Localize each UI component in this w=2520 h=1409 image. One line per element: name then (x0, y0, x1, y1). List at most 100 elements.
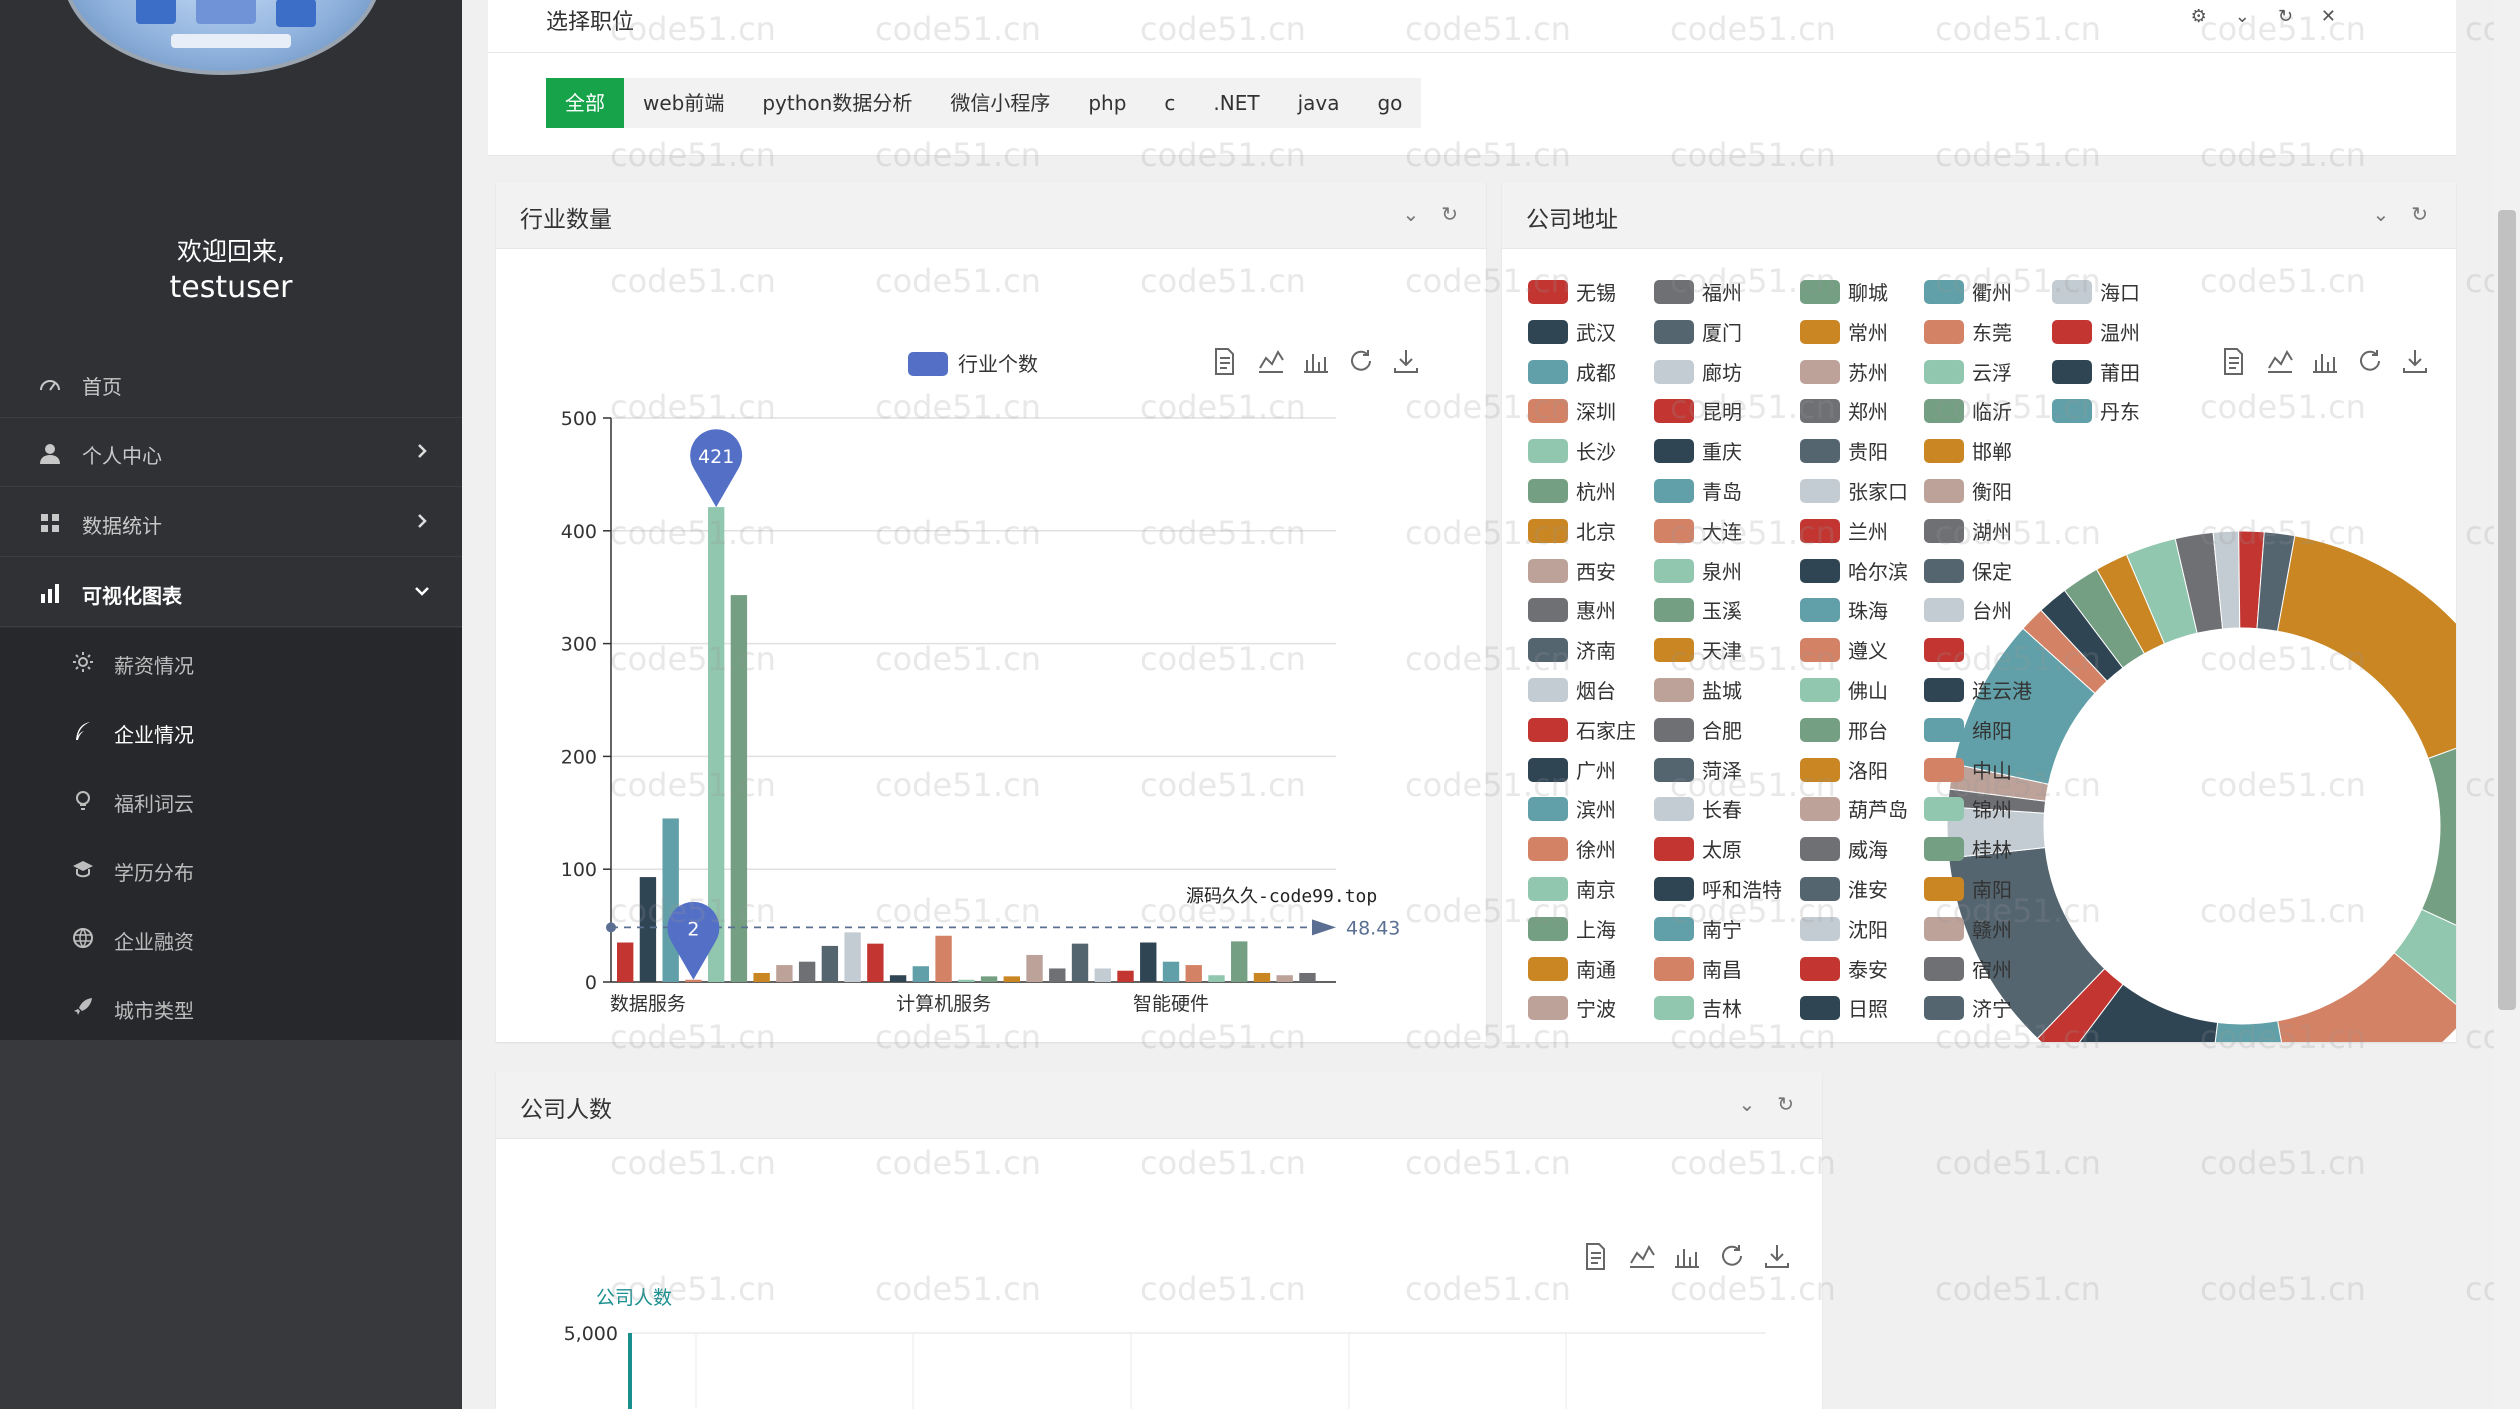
bar (731, 595, 747, 982)
tab-all[interactable]: 全部 (546, 78, 624, 128)
tab-dotnet[interactable]: .NET (1194, 78, 1278, 128)
bar-chart-icon (38, 581, 62, 605)
welcome-text: 欢迎回来, (0, 232, 462, 268)
watermark: code51.cn (1935, 1144, 2101, 1182)
max-pin-label: 421 (698, 446, 734, 468)
close-icon[interactable]: ✕ (2321, 6, 2336, 27)
tab-php[interactable]: php (1069, 78, 1145, 128)
filter-title: 选择职位 (546, 4, 634, 36)
nav-item-stats[interactable]: 数据统计 (0, 489, 462, 557)
chevron-down-icon[interactable]: ⌄ (1402, 202, 1419, 226)
globe-icon (72, 927, 94, 949)
sub-item-label: 城市类型 (114, 995, 194, 1024)
company-size-chart: 公司人数5,0004,000 (496, 1138, 1822, 1409)
refresh-icon[interactable]: ↻ (1441, 202, 1458, 226)
bar (662, 818, 678, 982)
save-image-icon[interactable] (2404, 350, 2426, 372)
refresh-icon[interactable]: ↻ (1777, 1092, 1794, 1116)
sub-item-company[interactable]: 企业情况 (0, 697, 462, 766)
tab-java[interactable]: java (1279, 78, 1359, 128)
bar-switch-icon[interactable] (1304, 354, 1328, 372)
nav-item-label: 个人中心 (82, 440, 162, 469)
nav-item-home[interactable]: 首页 (0, 350, 462, 418)
bulb-icon (72, 789, 94, 811)
company-size-title: 公司人数 (520, 1090, 612, 1124)
industry-card: 行业数量 ⌄ ↻ 行业个数0100200300400500数据服务计算机服务智能… (496, 182, 1486, 1042)
logo (62, 0, 382, 75)
restore-icon[interactable] (2361, 350, 2379, 370)
data-view-icon[interactable] (2225, 349, 2242, 374)
chevron-right-icon (412, 441, 432, 461)
nav-item-label: 数据统计 (82, 510, 162, 539)
bar (1072, 944, 1088, 982)
refresh-icon[interactable]: ↻ (2411, 202, 2428, 226)
sub-item-salary[interactable]: 薪资情况 (0, 628, 462, 697)
bar (867, 944, 883, 982)
source-annotation: 源码久久-code99.top (1186, 886, 1377, 907)
line-switch-icon[interactable] (1259, 352, 1283, 372)
bar (1208, 975, 1224, 982)
refresh-icon[interactable]: ↻ (2278, 6, 2293, 27)
bar (1186, 965, 1202, 982)
tab-web[interactable]: web前端 (624, 78, 743, 128)
max-pin-shape (690, 429, 742, 507)
restore-icon[interactable] (1723, 1245, 1741, 1265)
sidebar-footer (0, 1040, 462, 1409)
bar-switch-icon[interactable] (1675, 1249, 1699, 1267)
chevron-down-icon[interactable]: ⌄ (2372, 202, 2389, 226)
gear-icon[interactable]: ⚙ (2191, 6, 2207, 27)
card-tools: ⌄ ↻ (1402, 202, 1458, 226)
dashboard-icon (38, 372, 62, 396)
industry-bar-chart: 行业个数0100200300400500数据服务计算机服务智能硬件48.4342… (496, 248, 1486, 1042)
rocket-icon (72, 996, 94, 1018)
average-arrow (1312, 919, 1336, 935)
bar (1004, 976, 1020, 982)
chevron-down-icon[interactable]: ⌄ (1738, 1092, 1755, 1116)
bar (776, 965, 792, 982)
y-tick-label: 100 (561, 859, 597, 881)
line-switch-icon[interactable] (1630, 1247, 1654, 1267)
save-image-icon[interactable] (1395, 350, 1417, 372)
data-view-icon[interactable] (1216, 349, 1233, 374)
y-tick-label: 200 (561, 746, 597, 768)
job-filter-card: 选择职位 ⚙ ⌄ ↻ ✕ 全部 web前端 python数据分析 微信小程序 p… (488, 0, 2456, 156)
bar (799, 962, 815, 982)
bar (685, 980, 701, 982)
donut-slice (2277, 536, 2456, 759)
sub-item-education[interactable]: 学历分布 (0, 835, 462, 904)
window-controls: ⚙ ⌄ ↻ ✕ (2191, 6, 2336, 27)
bar-switch-icon[interactable] (2313, 354, 2337, 372)
tab-python[interactable]: python数据分析 (743, 78, 931, 128)
data-view-icon[interactable] (1587, 1244, 1604, 1269)
bar (958, 980, 974, 982)
legend-swatch (908, 352, 948, 376)
nav-item-profile[interactable]: 个人中心 (0, 419, 462, 487)
sub-item-financing[interactable]: 企业融资 (0, 904, 462, 973)
restore-icon[interactable] (1352, 350, 1370, 370)
tab-go[interactable]: go (1358, 78, 1421, 128)
legend-label: 行业个数 (958, 352, 1038, 376)
bar (822, 946, 838, 982)
bar (1049, 968, 1065, 982)
bar (1254, 973, 1270, 982)
chevron-down-icon[interactable]: ⌄ (2235, 6, 2250, 27)
job-tabs: 全部 web前端 python数据分析 微信小程序 php c .NET jav… (546, 78, 1421, 128)
save-image-icon[interactable] (1766, 1245, 1788, 1267)
x-tick-label: 计算机服务 (896, 993, 991, 1015)
scrollbar-thumb[interactable] (2498, 210, 2516, 1010)
sub-item-city-type[interactable]: 城市类型 (0, 973, 462, 1042)
y-tick-label: 300 (561, 634, 597, 656)
scrollbar[interactable] (2494, 0, 2520, 1409)
sub-item-wordcloud[interactable]: 福利词云 (0, 766, 462, 835)
watermark: code51.cn (2200, 1270, 2366, 1308)
line-switch-icon[interactable] (2268, 352, 2292, 372)
username: testuser (0, 270, 462, 305)
tab-c[interactable]: c (1145, 78, 1194, 128)
card-header: 行业数量 ⌄ ↻ (496, 182, 1486, 249)
nav-item-charts[interactable]: 可视化图表 (0, 559, 462, 627)
address-card: 公司地址 ⌄ ↻ 无锡武汉成都深圳长沙杭州北京西安惠州济南烟台石家庄广州滨州徐州… (1502, 182, 2456, 1042)
tab-miniprogram[interactable]: 微信小程序 (931, 78, 1069, 128)
average-label: 48.43 (1346, 917, 1400, 939)
nav-item-label: 首页 (82, 371, 122, 400)
sun-icon (72, 651, 94, 673)
